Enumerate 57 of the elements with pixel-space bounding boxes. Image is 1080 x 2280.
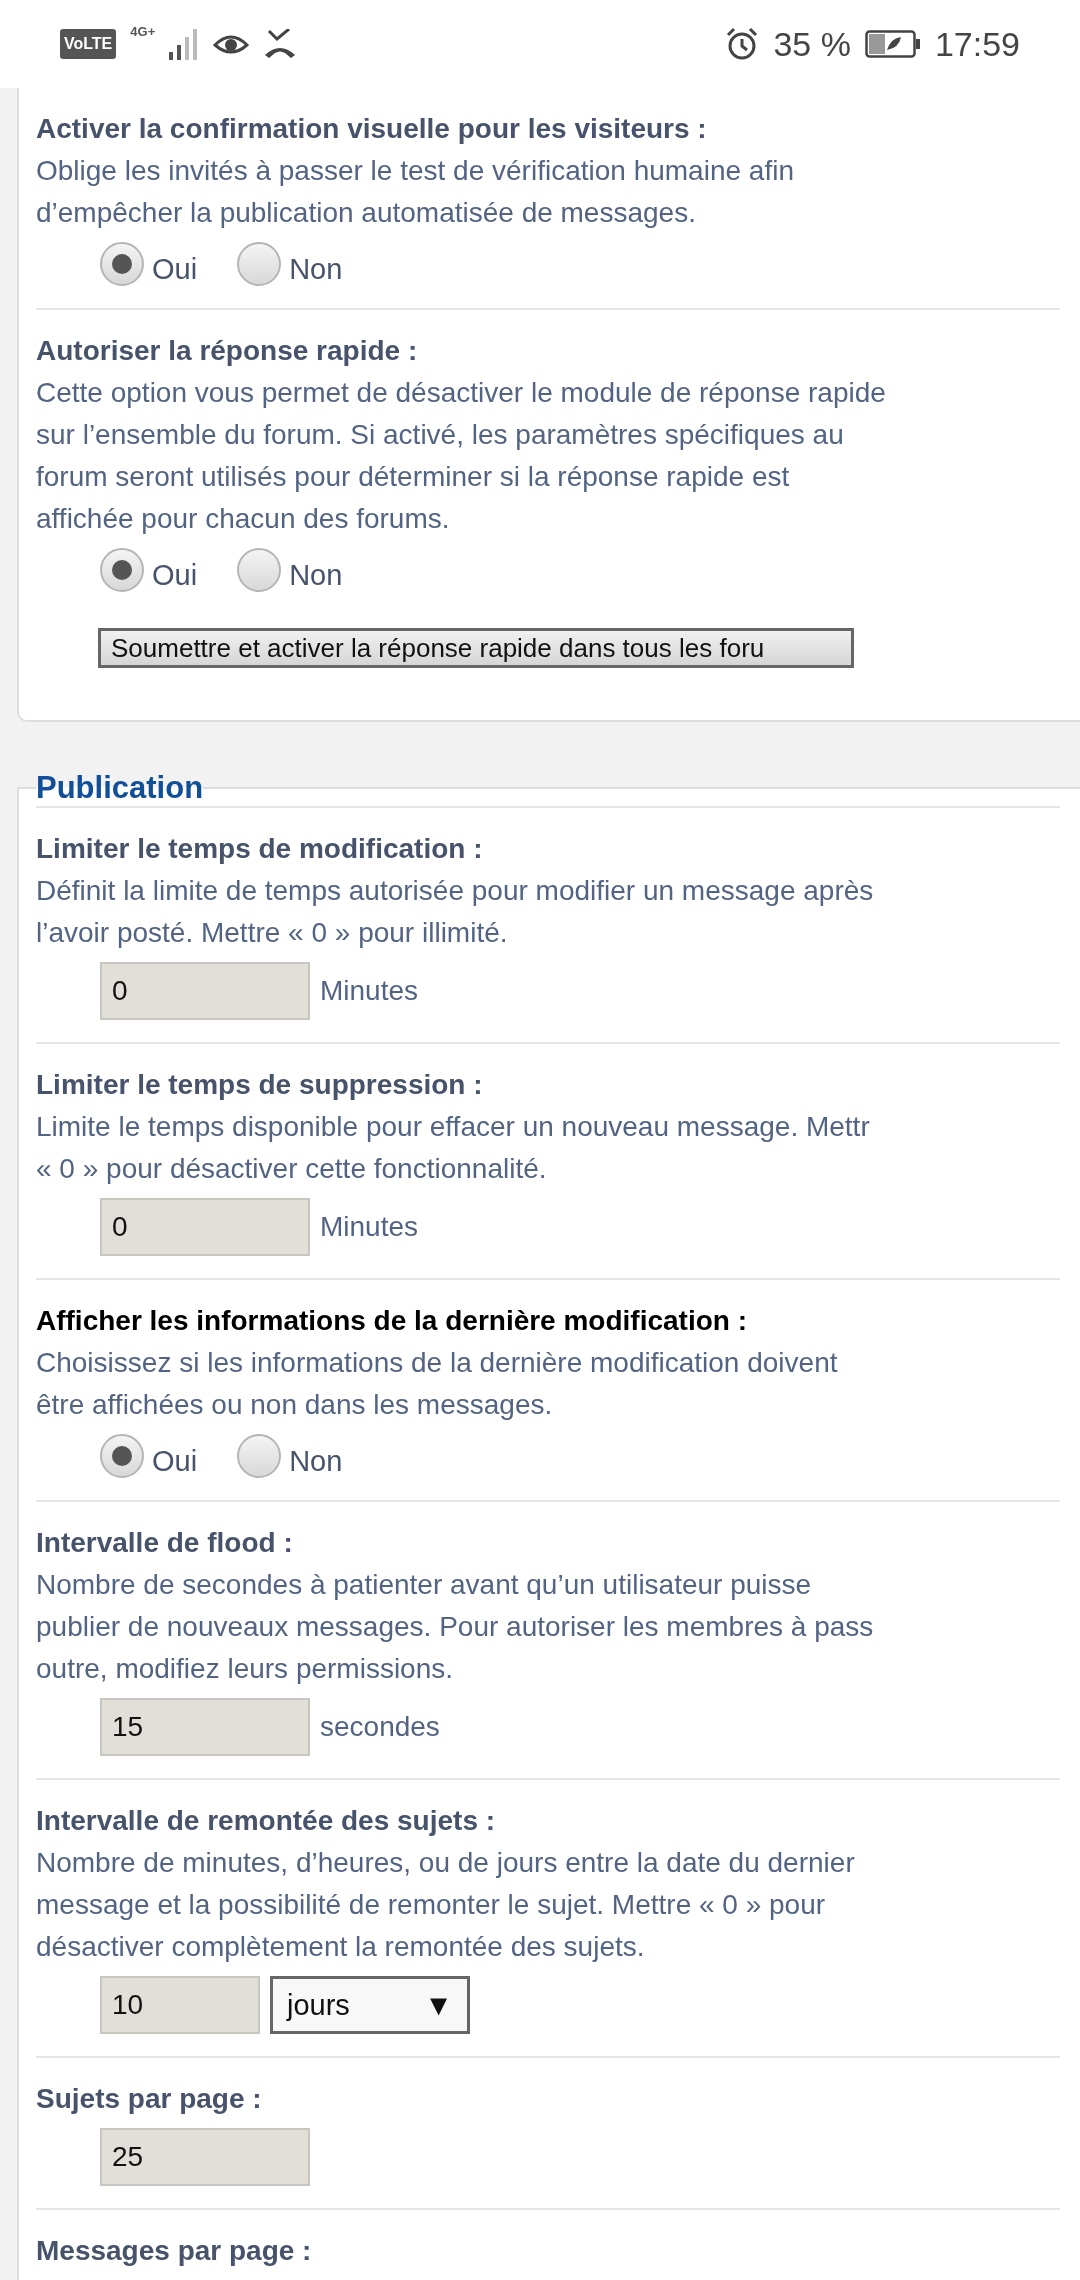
alarm-icon xyxy=(725,27,760,61)
setting-description: Nombre de minutes, d’heures, ou de jours entre la date du dernier xyxy=(36,1846,856,1880)
number-field[interactable]: 15 xyxy=(100,1698,310,1756)
setting-title: Autoriser la réponse rapide : xyxy=(36,334,419,368)
signal-icon xyxy=(169,28,200,60)
setting-description: « 0 » pour désactiver cette fonctionnalité. xyxy=(36,1152,548,1186)
setting-description: Définit la limite de temps autorisée pour modifier un message après xyxy=(36,874,875,908)
setting-description: Oblige les invités à passer le test de vérification humaine afin xyxy=(36,154,795,188)
section-title: Publication xyxy=(36,770,204,806)
radio-label: Oui xyxy=(152,253,198,286)
setting-title: Intervalle de flood : xyxy=(36,1526,294,1560)
setting-title: Limiter le temps de suppression : xyxy=(36,1068,484,1102)
setting-title: Activer la confirmation visuelle pour les visiteurs : xyxy=(36,112,708,146)
radio-button[interactable] xyxy=(237,1434,282,1478)
setting-title: Limiter le temps de modification : xyxy=(36,832,484,866)
unit-label: Minutes xyxy=(320,975,419,1007)
number-field[interactable]: 25 xyxy=(100,2128,310,2186)
radio-button[interactable] xyxy=(237,548,282,592)
radio-button[interactable] xyxy=(100,242,144,286)
unit-label: Minutes xyxy=(320,1211,419,1243)
radio-button[interactable] xyxy=(100,1434,144,1478)
setting-description: publier de nouveaux messages. Pour autoriser les membres à pass xyxy=(36,1610,875,1644)
number-field[interactable]: 0 xyxy=(100,1198,310,1256)
volte-icon: VoLTE xyxy=(60,29,117,59)
setting-description: Choisissez si les informations de la dernière modification doivent xyxy=(36,1346,839,1380)
radio-label: Non xyxy=(289,253,343,286)
setting-description: forum seront utilisés pour déterminer si la réponse rapide est xyxy=(36,460,791,494)
setting-description: être affichées ou non dans les messages. xyxy=(36,1388,554,1422)
number-field[interactable]: 10 xyxy=(100,1976,260,2034)
clock-time: 17:59 xyxy=(934,24,1020,64)
battery-percentage: 35 % xyxy=(773,24,851,64)
radio-label: Oui xyxy=(152,559,198,592)
setting-description: outre, modifiez leurs permissions. xyxy=(36,1652,455,1686)
setting-title: Messages par page : xyxy=(36,2234,313,2268)
radio-label: Oui xyxy=(152,1445,198,1478)
radio-button[interactable] xyxy=(237,242,282,286)
setting-title: Afficher les informations de la dernière modification : xyxy=(36,1304,749,1338)
setting-description: Nombre de secondes à patienter avant qu’un utilisateur puisse xyxy=(36,1568,813,1602)
setting-description: Cette option vous permet de désactiver le module de réponse rapide xyxy=(36,376,887,410)
setting-description: message et la possibilité de remonter le sujet. Mettre « 0 » pour xyxy=(36,1888,827,1922)
submit-button[interactable]: Soumettre et activer la réponse rapide dans tous les foru xyxy=(98,628,854,668)
network-type-label: 4G+ xyxy=(130,24,156,39)
unit-label: secondes xyxy=(320,1711,440,1743)
setting-title: Intervalle de remontée des sujets : xyxy=(36,1804,497,1838)
number-field[interactable]: 0 xyxy=(100,962,310,1020)
setting-description: d’empêcher la publication automatisée de messages. xyxy=(36,196,697,230)
radio-label: Non xyxy=(289,1445,343,1478)
unit-dropdown[interactable]: jours ▼ xyxy=(270,1976,470,2034)
setting-description: désactiver complètement la remontée des sujets. xyxy=(36,1930,646,1964)
battery-icon xyxy=(864,30,921,58)
radio-button[interactable] xyxy=(100,548,144,592)
setting-description: sur l’ensemble du forum. Si activé, les paramètres spécifiques au xyxy=(36,418,845,452)
setting-description: Limite le temps disponible pour effacer un nouveau message. Mettr xyxy=(36,1110,871,1144)
setting-description: l’avoir posté. Mettre « 0 » pour illimité. xyxy=(36,916,509,950)
setting-description: affichée pour chacun des forums. xyxy=(36,502,451,536)
radio-label: Non xyxy=(289,559,343,592)
setting-title: Sujets par page : xyxy=(36,2082,263,2116)
